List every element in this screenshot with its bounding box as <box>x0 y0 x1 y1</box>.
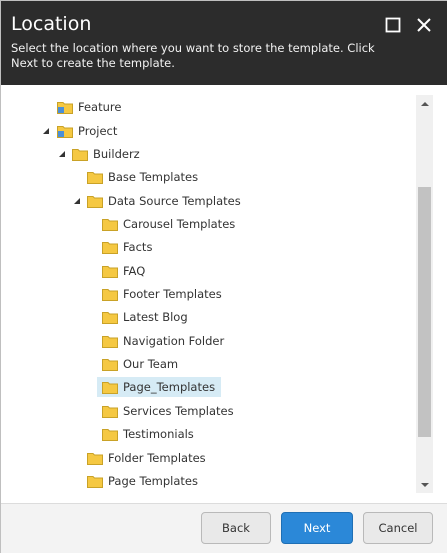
tree-item-page-templates-selected[interactable]: Page_Templates <box>97 377 222 397</box>
close-button[interactable] <box>412 13 436 37</box>
maximize-button[interactable] <box>381 13 405 37</box>
tree-item-carousel-templates[interactable]: Carousel Templates <box>102 214 241 234</box>
scroll-thumb[interactable] <box>418 187 431 437</box>
tree-item-navigation-folder[interactable]: Navigation Folder <box>102 331 230 351</box>
triangle-down-icon <box>74 198 80 204</box>
tree-item-folder-templates[interactable]: Folder Templates <box>87 448 212 468</box>
dialog-header: Location Select the location where you w… <box>1 1 447 85</box>
expand-toggle-project[interactable] <box>41 126 51 136</box>
next-button[interactable]: Next <box>281 512 353 544</box>
folder-icon <box>87 196 103 208</box>
dialog-footer: Back Next Cancel <box>1 503 447 553</box>
tree-item-page-templates[interactable]: Page Templates <box>87 471 204 491</box>
tree-item-base-templates[interactable]: Base Templates <box>87 167 204 187</box>
tree-item-label: Services Templates <box>123 404 234 418</box>
folder-icon <box>87 453 103 465</box>
location-dialog: Location Select the location where you w… <box>0 0 447 553</box>
tree-item-faq[interactable]: FAQ <box>102 261 151 281</box>
arrow-down-icon <box>420 482 429 487</box>
folder-icon <box>72 149 88 161</box>
tree-item-label: Feature <box>78 100 122 114</box>
folder-link-icon <box>57 102 73 114</box>
tree-item-label: FAQ <box>123 264 146 278</box>
tree-item-label: Page Templates <box>108 474 198 488</box>
folder-icon <box>102 406 118 418</box>
tree-item-label: Data Source Templates <box>108 194 241 208</box>
expand-toggle-data-source-templates[interactable] <box>72 196 82 206</box>
location-tree: Feature Project Builderz Base Templates … <box>1 85 447 503</box>
folder-icon <box>87 172 103 184</box>
tree-item-footer-templates[interactable]: Footer Templates <box>102 284 228 304</box>
tree-item-label: Project <box>78 124 118 138</box>
tree-item-label: Latest Blog <box>123 310 188 324</box>
tree-item-label: Our Team <box>123 357 179 371</box>
triangle-down-icon <box>59 151 65 157</box>
folder-icon <box>102 359 118 371</box>
folder-icon <box>87 476 103 488</box>
expand-toggle-builderz[interactable] <box>57 149 67 159</box>
tree-item-label: Navigation Folder <box>123 334 225 348</box>
tree-scrollbar[interactable] <box>416 95 433 493</box>
tree-item-label: Page_Templates <box>123 380 216 394</box>
cancel-button[interactable]: Cancel <box>363 512 433 544</box>
tree-item-data-source-templates[interactable]: Data Source Templates <box>87 191 247 211</box>
tree-item-services-templates[interactable]: Services Templates <box>102 401 240 421</box>
tree-item-label: Base Templates <box>108 170 199 184</box>
tree-item-facts[interactable]: Facts <box>102 237 158 257</box>
back-button[interactable]: Back <box>201 512 271 544</box>
dialog-title: Location <box>11 13 92 35</box>
tree-item-label: Testimonials <box>123 427 194 441</box>
triangle-down-icon <box>43 128 49 134</box>
maximize-icon <box>385 17 401 33</box>
tree-item-label: Footer Templates <box>123 287 222 301</box>
close-icon <box>417 18 431 32</box>
folder-icon <box>102 312 118 324</box>
scroll-down-button[interactable] <box>416 476 433 493</box>
folder-icon <box>102 382 118 394</box>
scroll-up-button[interactable] <box>416 95 433 112</box>
tree-item-label: Folder Templates <box>108 451 206 465</box>
folder-icon <box>102 242 118 254</box>
tree-item-latest-blog[interactable]: Latest Blog <box>102 307 194 327</box>
folder-icon <box>102 219 118 231</box>
tree-item-label: Carousel Templates <box>123 217 236 231</box>
folder-icon <box>102 336 118 348</box>
dialog-subtitle: Select the location where you want to st… <box>11 41 375 70</box>
folder-icon <box>102 266 118 278</box>
tree-item-label: Facts <box>123 240 153 254</box>
tree-item-project[interactable]: Project <box>57 121 123 141</box>
tree-item-testimonials[interactable]: Testimonials <box>102 424 200 444</box>
folder-icon <box>102 429 118 441</box>
tree-item-our-team[interactable]: Our Team <box>102 354 184 374</box>
folder-icon <box>102 289 118 301</box>
folder-link-icon <box>57 126 73 138</box>
tree-item-feature[interactable]: Feature <box>57 97 127 117</box>
arrow-up-icon <box>420 101 429 106</box>
tree-item-builderz[interactable]: Builderz <box>72 144 146 164</box>
tree-item-label: Builderz <box>93 147 140 161</box>
